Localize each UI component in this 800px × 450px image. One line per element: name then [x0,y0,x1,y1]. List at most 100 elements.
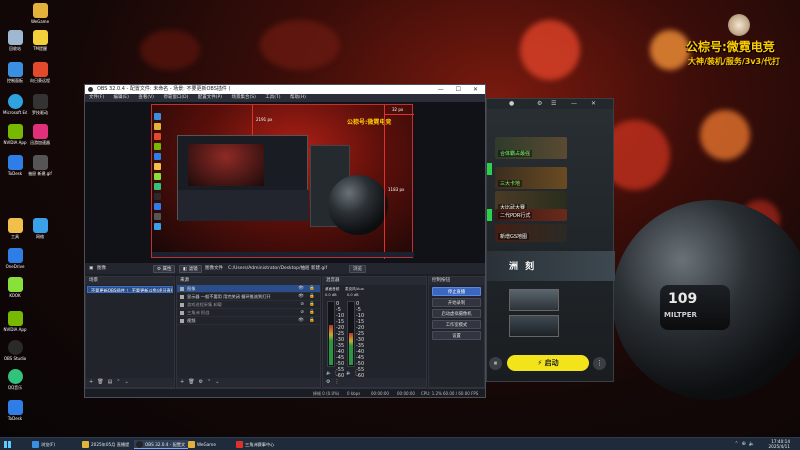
up-icon: ⌃ [116,379,125,385]
preview-nested-docks [178,190,309,221]
mixer-channel-2-controls[interactable]: 🔈⋮ [346,371,360,376]
mixer-channel-1-meter[interactable] [327,301,335,367]
game-launcher-window[interactable]: ● ⚙ ☰ — ✕ 合体霸占最强 三大卡地 大比武大赛 二代PDR行式 新增GS… [486,98,615,382]
desktop-icon-recycle-bin[interactable]: 回收站 [3,30,27,51]
menu-help[interactable]: 帮助(H) [290,95,306,100]
obs-window-controls[interactable]: — ☐ ✕ [438,85,483,94]
obs-status-bar: 掉帧 0 (0.0%) 0 kbps 00:00:00 00:00:00 CPU… [85,388,485,397]
source-item[interactable]: 视频 👁 🔒 [177,317,320,325]
launcher-thumb-image[interactable] [509,315,559,337]
menu-file[interactable]: 文件(F) [89,95,104,100]
edge-icon [7,94,23,109]
launcher-minimize-icon[interactable]: — [571,100,577,107]
desktop-icon-sunlogin[interactable]: 向日葵远程 [28,62,52,83]
browse-button[interactable]: 浏览 [349,265,366,273]
desktop-icon-gif[interactable]: 抽屉 新建.gif [28,155,52,176]
launcher-banner[interactable]: 洲 刻 [487,251,615,281]
windows-start-icon[interactable] [4,441,11,448]
menu-docks[interactable]: 停靠窗口(D) [163,95,188,100]
streamer-avatar [728,14,750,36]
obs-icon [136,441,143,448]
desktop-icon-onedrive[interactable]: OneDrive [3,248,27,269]
mixer-channel-2-meter[interactable] [347,301,355,367]
desktop-icon-obs[interactable]: OBS Studio [3,340,27,361]
start-virtual-camera-button[interactable]: 启动虚拟摄像机 [432,309,481,318]
folder-icon [7,218,23,233]
sources-dock-toolbar[interactable]: +🗑⚙⌃⌄ [177,378,320,387]
system-tray[interactable]: ⌃⊕🔈 [734,441,758,447]
bokeh-light [700,110,750,160]
menu-profile[interactable]: 配置文件(P) [198,95,222,100]
mixer-tick-scale: 0 -5 -10 -15 -20 -25 -30 -35 -40 -45 -50 -55 -60 [336,301,345,379]
taskbar-clock[interactable]: 17:40:14 2025/4/11 [769,439,790,449]
menu-scene-collection[interactable]: 场景集合(S) [231,95,255,100]
launcher-avatar-icon[interactable]: ● [509,100,514,107]
scenes-dock-toolbar[interactable]: +🗑▤⌃⌄ [86,378,174,387]
mixer-channel-1-controls[interactable]: 🔈⋮ [326,371,340,376]
obs-menubar: 文件(F) 编辑(E) 查看(V) 停靠窗口(D) 配置文件(P) 场景集合(S… [85,94,485,102]
mixer-dock-toolbar[interactable]: ⚙⋮ [323,378,426,387]
control-panel-icon [7,62,23,77]
menu-edit[interactable]: 编辑(E) [114,95,129,100]
desktop-icon-qqmusic[interactable]: QQ音乐 [3,369,27,390]
source-item[interactable]: 游戏进程采集 卸载 ⊘ 🔒 [177,301,320,309]
desktop-icon-control-panel[interactable]: 控制面板 [3,62,27,83]
status-bitrate: 0 kbps [347,391,361,396]
desktop-icon-todesk-2[interactable]: ToDesk [3,400,27,421]
launcher-menu-icon[interactable]: ☰ [551,100,556,107]
desktop-icon-network[interactable]: 网络 [28,218,52,239]
filters-button[interactable]: ◧ 滤镜 [179,265,202,273]
desktop-icon-logitech[interactable]: 罗技驱动 [28,94,52,115]
desktop-icon-edge[interactable]: Microsoft Edge [3,94,27,115]
launcher-news-card[interactable]: 新增GS地图 [495,224,567,242]
desktop-icon-tm[interactable]: TM提醒 [28,30,52,51]
desktop-icon-xunyou[interactable]: 迅游加速器 [28,124,52,145]
preview-canvas[interactable]: 公棕号:微霓电竞 2191 px 32 px 1183 px [151,104,414,259]
scene-item[interactable]: 不要更新OBS插件 ！ 不要更新斗鱼/虎牙直播！ [87,286,173,293]
launcher-start-button[interactable]: ⚡ 启动 [507,355,589,371]
properties-button[interactable]: ⚙ 属性 [153,265,176,273]
obs-window[interactable]: OBS 32.0.4 - 配置文件: 未命名 - 场景: 不要更新OBS插件 (… [84,84,486,398]
tm-icon [32,30,48,45]
source-toolbar: ▣ 图像 ⚙ 属性 ◧ 滤镜 图像文件 C:/Users/Administrat… [85,262,485,274]
mixer-channel-1-db: 0.0 dB [325,293,337,297]
taskbar-item[interactable]: WeGame [186,440,219,449]
obs-titlebar[interactable]: OBS 32.0.4 - 配置文件: 未命名 - 场景: 不要更新OBS插件 (… [85,85,485,94]
menu-view[interactable]: 查看(V) [138,95,154,100]
launcher-thumb-image[interactable] [509,289,559,311]
desktop-icon-nvidia[interactable]: NVIDIA App [3,124,27,145]
source-item[interactable]: 三角洲 抓战 ⊘ 🔒 [177,309,320,317]
sources-dock: 来源 图像 👁 🔒 显示器 一般不要用 用完关闭 循环推流到打开 👁 🔒 游戏进程采… [176,276,321,388]
taskbar-item-obs[interactable]: OBS 32.0.4 - 配置文 [134,440,189,449]
nvidia-icon [7,311,23,326]
desktop-icon-wegame[interactable]: WeGame [28,3,52,24]
audio-mixer-header: 混音器 [323,277,426,285]
watermark-subtitle: 大神/装机/服务/3v3/代打 [688,57,781,66]
launcher-close-icon[interactable]: ✕ [591,100,596,107]
launcher-pause-button[interactable]: ⏸ [489,357,502,370]
launcher-titlebar[interactable]: ● ⚙ ☰ — ✕ [487,99,613,109]
launcher-news-card[interactable]: 二代PDR行式 [495,209,567,221]
obs-preview[interactable]: 公棕号:微霓电竞 2191 px 32 px 1183 px [85,102,485,262]
speaker-icon: 🔈 [346,371,354,376]
launcher-more-button[interactable]: ⋮ [593,357,606,370]
desktop-icon-todesk[interactable]: ToDesk [3,155,27,176]
taskbar-item[interactable]: 2025年05月 直播提 [80,440,132,449]
taskbar-item[interactable]: 三角洲赛事中心 [234,440,277,449]
desktop-icon-tools[interactable]: 工具 [3,218,27,239]
gif-file-icon [32,155,48,170]
launcher-settings-icon[interactable]: ⚙ [537,100,542,107]
launcher-news-card[interactable]: 三大卡地 [495,167,567,189]
desktop-icon-kook[interactable]: KOOK [3,277,27,298]
stop-streaming-button[interactable]: 停止直播 [432,287,481,296]
taskbar-item[interactable]: 浏览(F) [30,440,58,449]
settings-button[interactable]: 设置 [432,331,481,340]
start-recording-button[interactable]: 开始录制 [432,298,481,307]
desktop-icon-nvidia-2[interactable]: NVIDIA App [3,311,27,332]
source-item[interactable]: 图像 👁 🔒 [177,285,320,293]
menu-tools[interactable]: 工具(T) [265,95,280,100]
lightning-icon: ⚡ [537,359,545,367]
launcher-news-card[interactable]: 合体霸占最强 [495,137,567,159]
studio-mode-button[interactable]: 工作室模式 [432,320,481,329]
source-item[interactable]: 显示器 一般不要用 用完关闭 循环推流到打开 👁 🔒 [177,293,320,301]
